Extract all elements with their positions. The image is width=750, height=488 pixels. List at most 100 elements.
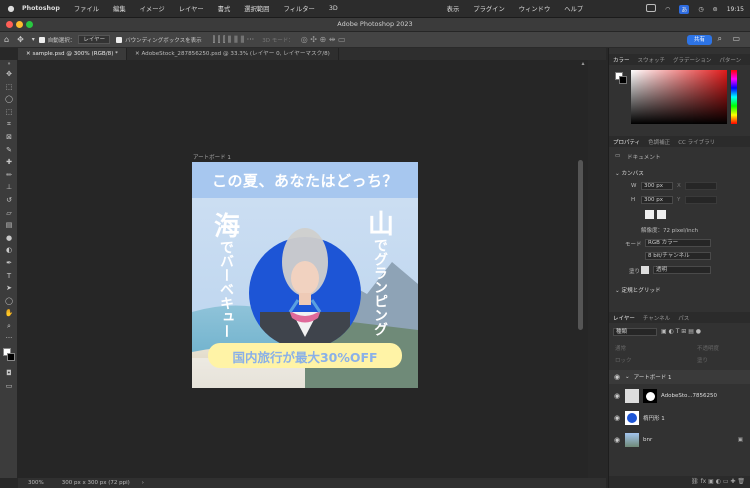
y-input[interactable] — [685, 196, 717, 204]
tab-gradients[interactable]: グラデーション — [669, 56, 715, 64]
move-tool-icon[interactable]: ✥ — [0, 68, 18, 81]
layer-row-bnr[interactable]: ◉ bnr ▣ — [609, 430, 750, 450]
pen-tool-icon[interactable]: ✒ — [0, 257, 18, 270]
menu-select[interactable]: 選択範囲 — [244, 4, 269, 13]
visibility-eye-icon[interactable]: ◉ — [609, 436, 625, 444]
blur-tool-icon[interactable]: ● — [0, 232, 18, 245]
menu-window[interactable]: ウィンドウ — [519, 4, 550, 13]
bg-color-swatch[interactable] — [619, 76, 627, 84]
menubar-status-icon[interactable] — [646, 4, 657, 14]
mode-dropdown[interactable]: RGB カラー — [645, 239, 711, 247]
height-input[interactable]: 300 px — [641, 196, 673, 204]
rulers-section[interactable]: ⌄ 定規とグリッド — [615, 286, 661, 294]
wifi-icon[interactable]: ◠ — [665, 6, 670, 13]
landscape-icon[interactable] — [657, 210, 666, 219]
menu-view[interactable]: 表示 — [447, 4, 460, 13]
tab-paths[interactable]: パス — [674, 314, 693, 322]
move-tool-icon[interactable]: ✥ — [17, 35, 24, 44]
canvas-section[interactable]: ⌄ カンバス — [615, 169, 644, 177]
menu-type[interactable]: 書式 — [218, 4, 231, 13]
menu-edit[interactable]: 編集 — [113, 4, 126, 13]
collapse-icon[interactable]: » — [0, 60, 18, 68]
vertical-scrollbar[interactable] — [578, 160, 583, 330]
tab-color[interactable]: カラー — [609, 56, 634, 64]
type-tool-icon[interactable]: T — [0, 270, 18, 283]
workspace-icon[interactable]: ▭ — [732, 34, 740, 43]
gradient-tool-icon[interactable]: ▤ — [0, 219, 18, 232]
visibility-eye-icon[interactable]: ◉ — [609, 392, 625, 400]
menu-plugins[interactable]: プラグイン — [473, 4, 504, 13]
layer-row-smart-object[interactable]: ◉ AdobeSto...7856250 — [609, 386, 750, 406]
bits-dropdown[interactable]: 8 bit/チャンネル — [645, 252, 711, 260]
tab-layers[interactable]: レイヤー — [609, 314, 639, 322]
scroll-up-icon[interactable]: ▴ — [578, 60, 588, 70]
tab-adobestock-psd[interactable]: ✕ AdobeStock_287856250.psd @ 33.3% (レイヤー… — [127, 48, 339, 60]
eyedropper-icon[interactable]: ✎ — [0, 144, 18, 157]
stamp-tool-icon[interactable]: ⊥ — [0, 181, 18, 194]
path-select-icon[interactable]: ➤ — [0, 282, 18, 295]
menu-filter[interactable]: フィルター — [283, 4, 314, 13]
chevron-down-icon[interactable]: ⌄ — [625, 374, 630, 380]
bbox-checkbox[interactable] — [116, 36, 123, 43]
menu-file[interactable]: ファイル — [74, 4, 99, 13]
3d-mode-icons[interactable]: ◎ ✣ ⊕ ⇹ ▭ — [301, 35, 346, 44]
artboard[interactable]: この夏、あなたはどっち？ 海 でバーベキュー 山 でグランピング 国内旅行が最大… — [192, 162, 418, 388]
tab-swatches[interactable]: スウォッチ — [634, 56, 670, 64]
search-icon[interactable]: ⌕ — [718, 34, 722, 44]
tab-adjustments[interactable]: 色調補正 — [644, 138, 674, 146]
history-brush-icon[interactable]: ↺ — [0, 194, 18, 207]
tab-channels[interactable]: チャンネル — [639, 314, 674, 322]
frame-tool-icon[interactable]: ⊠ — [0, 131, 18, 144]
fill-color-swatch[interactable] — [641, 266, 649, 274]
fill-dropdown[interactable]: 透明 — [653, 266, 711, 274]
chevron-down-icon[interactable]: ▾ — [32, 36, 35, 43]
zoom-tool-icon[interactable]: ⌕ — [0, 320, 18, 333]
menu-help[interactable]: ヘルプ — [564, 4, 583, 13]
tab-cc-libraries[interactable]: CC ライブラリ — [674, 138, 719, 146]
layer-kind-filter[interactable]: 種類 — [613, 328, 657, 336]
auto-select-checkbox[interactable] — [38, 36, 45, 43]
ellipse-tool-icon[interactable]: ◯ — [0, 295, 18, 308]
object-select-icon[interactable]: ⬚ — [0, 106, 18, 119]
chevron-right-icon[interactable]: › — [142, 480, 144, 486]
home-icon[interactable]: ⌂ — [4, 35, 9, 44]
healing-brush-icon[interactable]: ✚ — [0, 156, 18, 169]
visibility-eye-icon[interactable]: ◉ — [609, 373, 625, 381]
input-method-badge[interactable]: あ — [679, 4, 690, 14]
apple-icon[interactable]: ● — [0, 4, 22, 13]
tab-sample-psd[interactable]: ✕ sample.psd @ 300% (RGB/8) * — [18, 48, 127, 60]
lock-icon[interactable]: ▣ — [738, 437, 743, 443]
menu-3d[interactable]: 3D — [329, 5, 338, 12]
menu-image[interactable]: イメージ — [140, 4, 165, 13]
control-center-icon[interactable]: ⊜ — [713, 6, 718, 13]
dodge-tool-icon[interactable]: ◐ — [0, 244, 18, 257]
artboard-tool-icon[interactable]: ⬚ — [0, 81, 18, 94]
zoom-level[interactable]: 300% — [28, 480, 44, 486]
menu-photoshop[interactable]: Photoshop — [22, 5, 60, 12]
portrait-icon[interactable] — [645, 210, 654, 219]
share-button[interactable]: 共有 — [686, 35, 712, 45]
tab-patterns[interactable]: パターン — [715, 56, 745, 64]
layer-row-ellipse[interactable]: ◉ 楕円形 1 — [609, 408, 750, 428]
lasso-tool-icon[interactable]: ◯ — [0, 93, 18, 106]
color-picker-field[interactable] — [631, 70, 727, 124]
width-input[interactable]: 300 px — [641, 182, 673, 190]
artboard-label[interactable]: アートボード 1 — [193, 153, 231, 161]
crop-tool-icon[interactable]: ⌗ — [0, 118, 18, 131]
x-input[interactable] — [685, 182, 717, 190]
brush-tool-icon[interactable]: ✏ — [0, 169, 18, 182]
hue-slider[interactable] — [731, 70, 737, 124]
clock-icon[interactable]: ◷ — [698, 6, 703, 13]
screen-mode-icon[interactable]: ▭ — [0, 380, 18, 393]
blend-mode-dropdown[interactable]: 通常 — [615, 344, 626, 352]
layer-row-artboard[interactable]: ◉ ⌄ アートボード 1 — [609, 370, 750, 384]
layer-filter-icons[interactable]: ▣ ◐ T ⊞ ▤ ● — [661, 328, 701, 335]
align-icons[interactable]: ⫿ ⫿ ⫿ ⫼ ⫼ ⫼ ··· — [213, 35, 255, 45]
visibility-eye-icon[interactable]: ◉ — [609, 414, 625, 422]
quick-mask-icon[interactable]: ◘ — [0, 367, 18, 380]
color-swatches[interactable] — [0, 345, 18, 367]
more-tools-icon[interactable]: ··· — [0, 332, 18, 345]
auto-select-dropdown[interactable]: レイヤー — [78, 35, 111, 44]
menubar-clock[interactable]: 19:15 — [727, 6, 744, 13]
eraser-tool-icon[interactable]: ▱ — [0, 207, 18, 220]
